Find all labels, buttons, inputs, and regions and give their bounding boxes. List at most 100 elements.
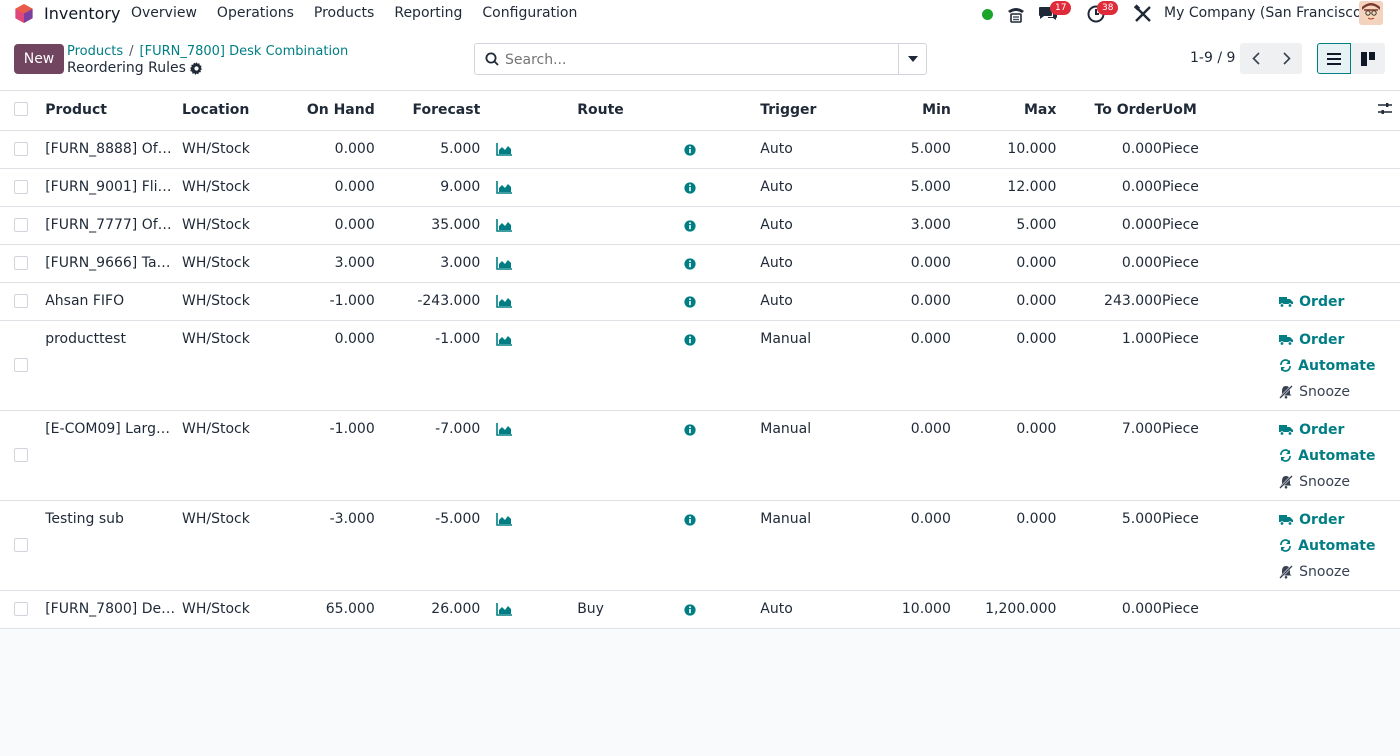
- order-button[interactable]: Order: [1279, 417, 1400, 443]
- cell-product[interactable]: [E-COM09] Larg…: [45, 410, 182, 500]
- automate-button[interactable]: Automate: [1279, 353, 1400, 379]
- cell-location[interactable]: WH/Stock: [182, 500, 294, 590]
- row-checkbox[interactable]: [14, 217, 28, 232]
- cell-uom[interactable]: Piece: [1162, 320, 1263, 410]
- forecast-chart-icon[interactable]: [496, 256, 513, 270]
- cell-route[interactable]: [577, 130, 674, 168]
- cell-trigger[interactable]: Auto: [760, 590, 843, 628]
- table-row[interactable]: [E-COM09] Larg… WH/Stock -1.000 -7.000 Manua…: [0, 410, 1400, 500]
- cell-location[interactable]: WH/Stock: [182, 410, 294, 500]
- inventory-app-icon[interactable]: [14, 3, 34, 24]
- cell-trigger[interactable]: Manual: [760, 320, 843, 410]
- cell-min[interactable]: 0.000: [843, 320, 951, 410]
- col-to-order[interactable]: To Order: [1056, 91, 1162, 131]
- route-info-icon[interactable]: [684, 603, 696, 616]
- menu-products[interactable]: Products: [314, 5, 374, 21]
- new-button[interactable]: New: [14, 44, 64, 74]
- cell-min[interactable]: 5.000: [843, 168, 951, 206]
- snooze-button[interactable]: Snooze: [1279, 559, 1400, 585]
- cell-forecast[interactable]: 9.000: [375, 168, 480, 206]
- cell-min[interactable]: 0.000: [843, 244, 951, 282]
- menu-overview[interactable]: Overview: [131, 5, 197, 21]
- col-min[interactable]: Min: [843, 91, 951, 131]
- cell-forecast[interactable]: -7.000: [375, 410, 480, 500]
- automate-button[interactable]: Automate: [1279, 533, 1400, 559]
- cell-max[interactable]: 0.000: [951, 320, 1056, 410]
- col-location[interactable]: Location: [181, 91, 294, 131]
- cell-location[interactable]: WH/Stock: [182, 244, 294, 282]
- cell-product[interactable]: producttest: [45, 320, 182, 410]
- cell-forecast[interactable]: -1.000: [375, 320, 480, 410]
- cell-to-order[interactable]: 243.000: [1056, 282, 1162, 320]
- forecast-chart-icon[interactable]: [496, 142, 513, 156]
- route-info-icon[interactable]: [684, 143, 696, 156]
- table-row[interactable]: producttest WH/Stock 0.000 -1.000 Manual 0.00…: [0, 320, 1400, 410]
- route-info-icon[interactable]: [684, 257, 696, 270]
- col-on-hand[interactable]: On Hand: [293, 91, 375, 131]
- cell-product[interactable]: [FURN_7800] De…: [45, 590, 182, 628]
- cell-max[interactable]: 10.000: [951, 130, 1056, 168]
- table-row[interactable]: Ahsan FIFO WH/Stock -1.000 -243.000 Auto 0.00…: [0, 282, 1400, 320]
- cell-location[interactable]: WH/Stock: [182, 130, 294, 168]
- search-input[interactable]: [505, 50, 865, 70]
- row-checkbox[interactable]: [14, 255, 28, 270]
- cell-product[interactable]: [FURN_9001] Fli…: [45, 168, 182, 206]
- optional-columns-toggle-icon[interactable]: [1378, 102, 1392, 116]
- table-row[interactable]: [FURN_9666] Ta… WH/Stock 3.000 3.000 Auto 0.0…: [0, 244, 1400, 282]
- cell-route[interactable]: [577, 410, 674, 500]
- cell-trigger[interactable]: Auto: [760, 244, 843, 282]
- cell-on-hand[interactable]: -1.000: [294, 282, 375, 320]
- cell-forecast[interactable]: 5.000: [375, 130, 480, 168]
- cell-product[interactable]: Testing sub: [45, 500, 182, 590]
- snooze-button[interactable]: Snooze: [1279, 379, 1400, 405]
- cell-on-hand[interactable]: 0.000: [294, 130, 375, 168]
- cell-to-order[interactable]: 7.000: [1056, 410, 1162, 500]
- cell-uom[interactable]: Piece: [1162, 282, 1263, 320]
- route-info-icon[interactable]: [684, 513, 696, 526]
- cell-on-hand[interactable]: -1.000: [294, 410, 375, 500]
- list-view-button[interactable]: [1317, 43, 1351, 74]
- row-checkbox[interactable]: [14, 447, 28, 462]
- search-options-toggle[interactable]: [898, 44, 926, 74]
- cell-route[interactable]: [577, 206, 674, 244]
- cell-on-hand[interactable]: 65.000: [294, 590, 375, 628]
- breadcrumb-product-record[interactable]: [FURN_7800] Desk Combination: [140, 44, 349, 59]
- col-max[interactable]: Max: [950, 91, 1057, 131]
- cell-to-order[interactable]: 0.000: [1056, 244, 1162, 282]
- cell-forecast[interactable]: -5.000: [375, 500, 480, 590]
- table-row[interactable]: [FURN_7800] De… WH/Stock 65.000 26.000 Buy Au…: [0, 590, 1400, 628]
- cell-uom[interactable]: Piece: [1162, 590, 1263, 628]
- menu-reporting[interactable]: Reporting: [394, 5, 462, 21]
- cell-to-order[interactable]: 0.000: [1056, 206, 1162, 244]
- pager-previous-button[interactable]: [1240, 43, 1271, 74]
- app-name[interactable]: Inventory: [44, 4, 120, 23]
- cell-uom[interactable]: Piece: [1162, 130, 1263, 168]
- menu-configuration[interactable]: Configuration: [482, 5, 577, 21]
- row-checkbox[interactable]: [14, 601, 28, 616]
- cell-location[interactable]: WH/Stock: [182, 282, 294, 320]
- route-info-icon[interactable]: [684, 295, 696, 308]
- snooze-button[interactable]: Snooze: [1279, 469, 1400, 495]
- cell-route[interactable]: [577, 500, 674, 590]
- order-button[interactable]: Order: [1279, 507, 1400, 533]
- select-all-checkbox[interactable]: [14, 102, 28, 116]
- row-checkbox[interactable]: [14, 357, 28, 372]
- cell-max[interactable]: 1,200.000: [951, 590, 1056, 628]
- cell-min[interactable]: 5.000: [843, 130, 951, 168]
- menu-operations[interactable]: Operations: [217, 5, 294, 21]
- cell-to-order[interactable]: 0.000: [1056, 168, 1162, 206]
- cell-forecast[interactable]: 3.000: [375, 244, 480, 282]
- cell-max[interactable]: 0.000: [951, 282, 1056, 320]
- col-product[interactable]: Product: [45, 91, 182, 131]
- table-row[interactable]: [FURN_8888] Of… WH/Stock 0.000 5.000 Auto 5.0…: [0, 130, 1400, 168]
- cell-trigger[interactable]: Manual: [760, 500, 843, 590]
- cell-max[interactable]: 0.000: [951, 410, 1056, 500]
- user-avatar[interactable]: [1359, 1, 1383, 25]
- cell-on-hand[interactable]: 3.000: [294, 244, 375, 282]
- route-info-icon[interactable]: [684, 181, 696, 194]
- cell-trigger[interactable]: Auto: [760, 130, 843, 168]
- kanban-view-button[interactable]: [1351, 43, 1385, 74]
- route-info-icon[interactable]: [684, 423, 696, 436]
- cell-location[interactable]: WH/Stock: [182, 320, 294, 410]
- cell-to-order[interactable]: 0.000: [1056, 130, 1162, 168]
